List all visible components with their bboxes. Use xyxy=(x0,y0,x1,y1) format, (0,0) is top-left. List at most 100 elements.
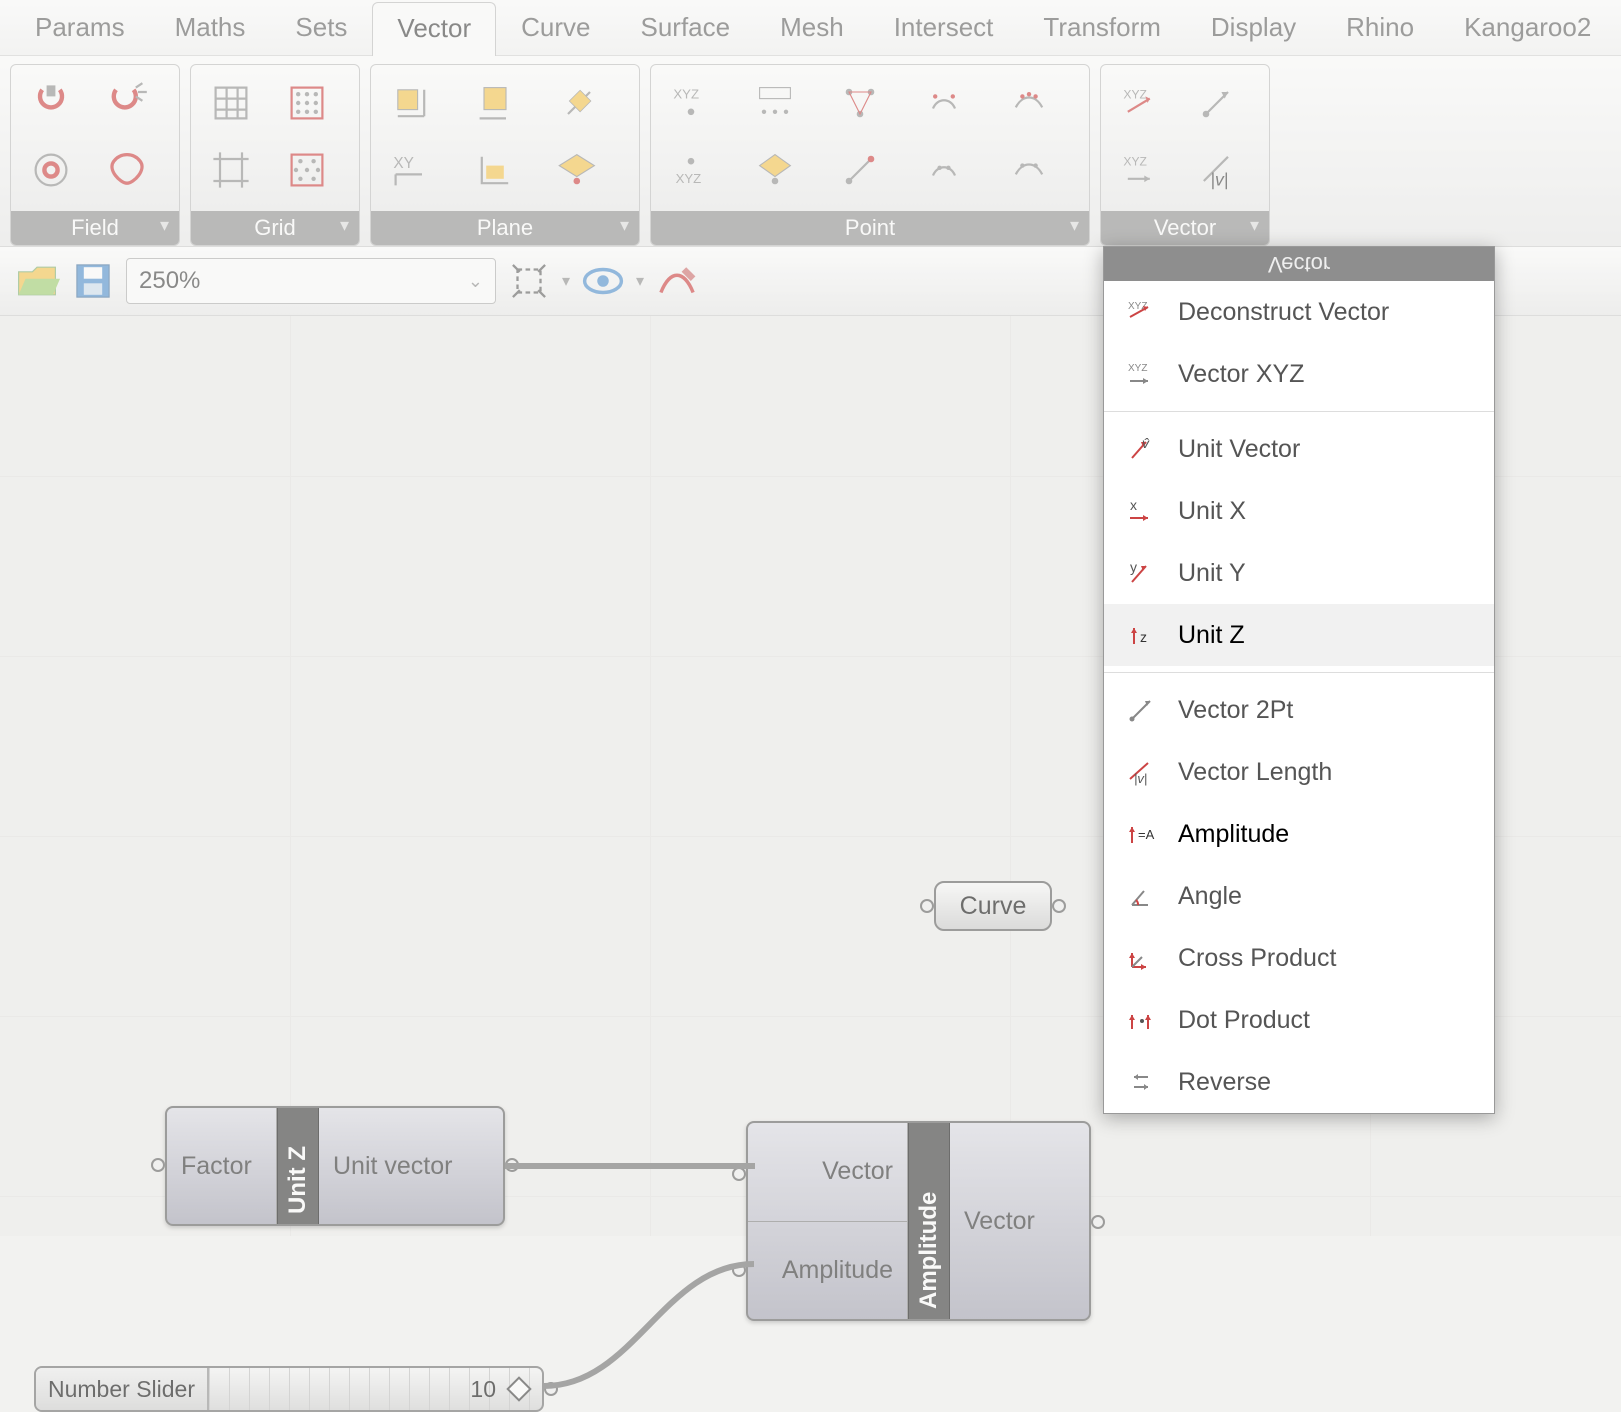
dropdown-item-vector-xyz[interactable]: XYZVector XYZ xyxy=(1104,343,1494,405)
tab-maths[interactable]: Maths xyxy=(150,1,271,55)
dropdown-item-label: Angle xyxy=(1178,882,1242,911)
dropdown-item-dot-product[interactable]: Dot Product xyxy=(1104,989,1494,1051)
unitz-output[interactable]: Unit vector xyxy=(319,1108,503,1224)
dropdown-item-vector-2pt[interactable]: Vector 2Pt xyxy=(1104,679,1494,741)
dropdown-item-unit-x[interactable]: x Unit X xyxy=(1104,480,1494,542)
svg-text:x: x xyxy=(1130,497,1137,513)
group-field-label[interactable]: Field xyxy=(11,211,179,245)
zoom-combo[interactable]: 250%⌄ xyxy=(126,258,496,304)
save-file-icon[interactable] xyxy=(70,258,116,304)
dropdown-item-vector-length[interactable]: |v|Vector Length xyxy=(1104,741,1494,803)
dropdown-item-label: Unit Z xyxy=(1178,621,1245,650)
amplitude-node[interactable]: Vector Amplitude Amplitude Vector xyxy=(746,1121,1091,1321)
slider-label: Number Slider xyxy=(36,1368,209,1410)
vector-tool-1[interactable]: XYZ xyxy=(1113,75,1169,131)
point-tool-3[interactable] xyxy=(747,75,803,131)
dropdown-item-angle[interactable]: Angle xyxy=(1104,865,1494,927)
point-tool-4[interactable] xyxy=(747,142,803,198)
dot-icon xyxy=(1124,1003,1158,1037)
vector-tool-4[interactable]: |v| xyxy=(1189,142,1245,198)
point-tool-7[interactable] xyxy=(916,75,972,131)
vector-tool-3[interactable] xyxy=(1189,75,1245,131)
grid-tool-1[interactable] xyxy=(203,75,259,131)
tab-display[interactable]: Display xyxy=(1186,1,1321,55)
point-tool-2[interactable]: XYZ xyxy=(663,142,719,198)
chevron-down-icon: ⌄ xyxy=(468,271,483,292)
dropdown-item-deconstruct-vector[interactable]: XYZDeconstruct Vector xyxy=(1104,281,1494,343)
plane-tool-5[interactable] xyxy=(551,75,607,131)
point-tool-6[interactable] xyxy=(832,142,888,198)
grid-tool-4[interactable] xyxy=(279,142,335,198)
grid-tool-2[interactable] xyxy=(203,142,259,198)
svg-text:v̂: v̂ xyxy=(1142,435,1150,451)
dropdown-item-unit-z[interactable]: zUnit Z xyxy=(1104,604,1494,666)
group-point-label[interactable]: Point xyxy=(651,211,1089,245)
field-tool-3[interactable] xyxy=(99,75,155,131)
point-tool-10[interactable] xyxy=(1001,142,1057,198)
tab-sets[interactable]: Sets xyxy=(270,1,372,55)
slider-knob[interactable] xyxy=(506,1376,531,1401)
dropdown-item-amplitude[interactable]: =AAmplitude xyxy=(1104,803,1494,865)
wire xyxy=(505,1156,755,1176)
point-tool-9[interactable] xyxy=(1001,75,1057,131)
point-tool-5[interactable] xyxy=(832,75,888,131)
plane-tool-4[interactable] xyxy=(467,142,523,198)
node-grip[interactable] xyxy=(1052,899,1066,913)
slider-track[interactable]: 10 xyxy=(209,1368,542,1410)
plane-tool-3[interactable] xyxy=(467,75,523,131)
unitz-node[interactable]: Factor Unit Z Unit vector xyxy=(165,1106,505,1226)
dropdown-item-label: Reverse xyxy=(1178,1068,1271,1097)
amplitude-input-amplitude[interactable]: Amplitude xyxy=(748,1222,907,1320)
amplitude-input-vector[interactable]: Vector xyxy=(748,1123,907,1222)
point-tool-1[interactable]: XYZ xyxy=(663,75,719,131)
dropdown-item-label: Cross Product xyxy=(1178,944,1336,973)
field-tool-4[interactable] xyxy=(99,142,155,198)
point-tool-8[interactable] xyxy=(916,142,972,198)
plane-tool-1[interactable] xyxy=(383,75,439,131)
open-file-icon[interactable] xyxy=(14,258,60,304)
plane-tool-2[interactable]: XY xyxy=(383,142,439,198)
svg-text:XYZ: XYZ xyxy=(676,171,702,186)
tab-transform[interactable]: Transform xyxy=(1018,1,1186,55)
tab-kangaroo2[interactable]: Kangaroo2 xyxy=(1439,1,1616,55)
field-tool-2[interactable] xyxy=(23,142,79,198)
dropdown-item-reverse[interactable]: Reverse xyxy=(1104,1051,1494,1113)
tab-intersect[interactable]: Intersect xyxy=(869,1,1019,55)
tab-vector[interactable]: Vector xyxy=(372,2,496,56)
dropdown-item-unit-y[interactable]: yUnit Y xyxy=(1104,542,1494,604)
group-plane: XY Plane xyxy=(370,64,640,246)
amplitude-output[interactable]: Vector xyxy=(950,1123,1089,1319)
tab-mesh[interactable]: Mesh xyxy=(755,1,869,55)
tab-curve[interactable]: Curve xyxy=(496,1,615,55)
number-slider-node[interactable]: Number Slider 10 xyxy=(34,1366,544,1412)
group-point: XYZ XYZ Point xyxy=(650,64,1090,246)
node-grip[interactable] xyxy=(1091,1215,1105,1229)
dropdown-item-label: Unit X xyxy=(1178,497,1246,526)
plane-tool-6[interactable] xyxy=(551,142,607,198)
zoom-extents-icon[interactable] xyxy=(506,258,552,304)
group-vector-label[interactable]: Vector xyxy=(1101,211,1269,245)
group-grid-label[interactable]: Grid xyxy=(191,211,359,245)
svg-text:XYZ: XYZ xyxy=(673,87,699,102)
svg-text:XY: XY xyxy=(393,155,414,172)
rev-icon xyxy=(1124,1065,1158,1099)
node-grip[interactable] xyxy=(920,899,934,913)
vector-tool-2[interactable]: XYZ xyxy=(1113,142,1169,198)
dropdown-item-unit-vector[interactable]: v̂Unit Vector xyxy=(1104,418,1494,480)
group-grid: Grid xyxy=(190,64,360,246)
dropdown-item-label: Dot Product xyxy=(1178,1006,1310,1035)
tab-surface[interactable]: Surface xyxy=(616,1,756,55)
dropdown-item-label: Deconstruct Vector xyxy=(1178,298,1389,327)
node-grip[interactable] xyxy=(151,1158,165,1172)
preview-eye-icon[interactable] xyxy=(580,258,626,304)
unitz-input-factor[interactable]: Factor xyxy=(167,1108,277,1224)
grid-tool-3[interactable] xyxy=(279,75,335,131)
curve-param-label: Curve xyxy=(960,892,1027,921)
sketch-icon[interactable] xyxy=(654,258,700,304)
tab-rhino[interactable]: Rhino xyxy=(1321,1,1439,55)
tab-params[interactable]: Params xyxy=(10,1,150,55)
group-plane-label[interactable]: Plane xyxy=(371,211,639,245)
dropdown-item-cross-product[interactable]: Cross Product xyxy=(1104,927,1494,989)
curve-param-node[interactable]: Curve xyxy=(934,881,1052,931)
field-tool-1[interactable] xyxy=(23,75,79,131)
